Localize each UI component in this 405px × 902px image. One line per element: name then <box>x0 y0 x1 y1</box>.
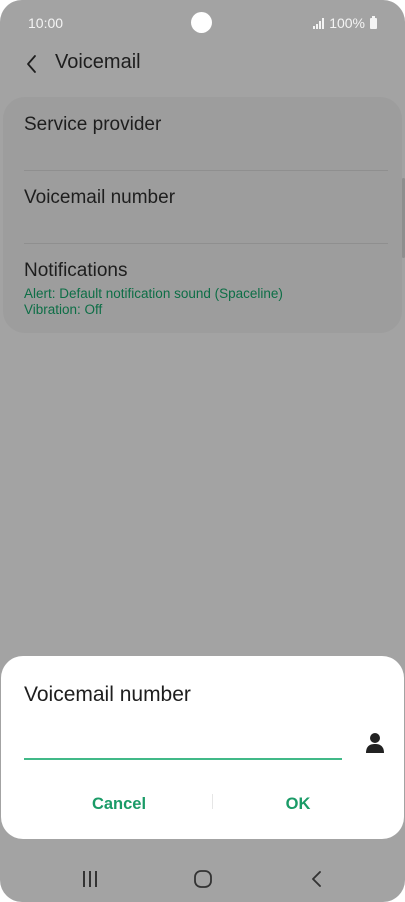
voicemail-number-dialog: Voicemail number Cancel OK <box>1 656 404 839</box>
battery-icon <box>370 15 377 29</box>
back-icon <box>312 871 321 887</box>
setting-item-subtitle: Vibration: Off <box>24 302 103 317</box>
setting-item-service-provider[interactable]: Service provider <box>3 97 402 170</box>
battery-percentage: 100% <box>329 15 365 31</box>
setting-item-title: Service provider <box>24 114 162 135</box>
recent-apps-button[interactable] <box>75 866 105 892</box>
status-time: 10:00 <box>28 15 64 31</box>
recent-apps-icon <box>83 871 97 887</box>
back-button[interactable] <box>18 48 46 78</box>
navigation-bar <box>0 856 405 902</box>
back-nav-button[interactable] <box>302 866 332 892</box>
setting-item-title: Notifications <box>24 260 128 281</box>
setting-item-title: Voicemail number <box>24 187 176 208</box>
front-camera-cutout <box>191 12 212 33</box>
status-indicators: 100% <box>313 15 377 31</box>
setting-item-subtitle: Alert: Default notification sound (Space… <box>24 286 283 301</box>
contact-picker-button[interactable] <box>364 731 386 755</box>
home-icon <box>194 870 212 888</box>
setting-item-notifications[interactable]: Notifications Alert: Default notificatio… <box>3 244 402 333</box>
home-button[interactable] <box>188 866 218 892</box>
ok-button[interactable]: OK <box>283 790 313 818</box>
app-bar: Voicemail <box>0 44 405 84</box>
cancel-button[interactable]: Cancel <box>89 790 149 818</box>
phone-screen: 10:00 100% Voicemail Service provider Vo… <box>0 0 405 902</box>
button-divider <box>212 794 213 809</box>
setting-item-voicemail-number[interactable]: Voicemail number <box>3 171 402 243</box>
status-bar: 10:00 100% <box>0 0 405 44</box>
signal-icon <box>313 17 325 29</box>
chevron-left-icon <box>27 55 36 73</box>
page-title: Voicemail <box>55 51 141 73</box>
person-icon <box>366 733 384 753</box>
voicemail-number-input[interactable] <box>24 730 342 760</box>
voicemail-settings-card: Service provider Voicemail number Notifi… <box>3 97 402 333</box>
dialog-title: Voicemail number <box>24 683 191 706</box>
